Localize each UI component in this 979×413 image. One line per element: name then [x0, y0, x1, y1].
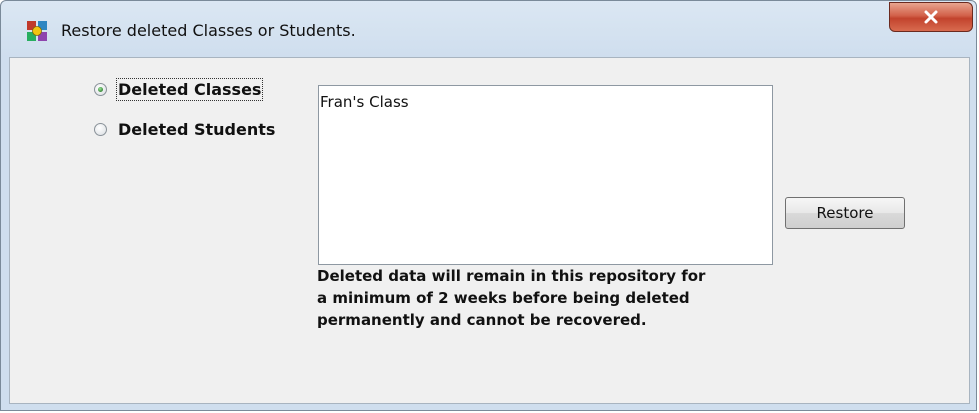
restore-button[interactable]: Restore [785, 197, 905, 229]
deleted-classes-option[interactable]: Deleted Classes [94, 78, 264, 101]
close-icon [924, 10, 938, 24]
restore-dialog: Restore deleted Classes or Students. Del… [0, 0, 977, 411]
deleted-items-list[interactable]: Fran's Class [318, 85, 773, 265]
retention-note: Deleted data will remain in this reposit… [317, 265, 787, 331]
deleted-students-option[interactable]: Deleted Students [94, 120, 275, 139]
retention-note-line: Deleted data will remain in this reposit… [317, 267, 706, 285]
deleted-classes-radio[interactable] [94, 83, 107, 96]
app-logo-icon [26, 20, 48, 42]
close-button[interactable] [889, 2, 973, 32]
title-bar[interactable]: Restore deleted Classes or Students. [1, 1, 976, 57]
retention-note-line: permanently and cannot be recovered. [317, 311, 647, 329]
deleted-students-radio[interactable] [94, 123, 107, 136]
list-item[interactable]: Fran's Class [319, 86, 772, 111]
deleted-students-label[interactable]: Deleted Students [118, 120, 275, 139]
retention-note-line: a minimum of 2 weeks before being delete… [317, 289, 690, 307]
window-title: Restore deleted Classes or Students. [61, 21, 356, 40]
dialog-content: Deleted Classes Deleted Students Fran's … [9, 57, 970, 404]
deleted-classes-label[interactable]: Deleted Classes [115, 78, 264, 101]
